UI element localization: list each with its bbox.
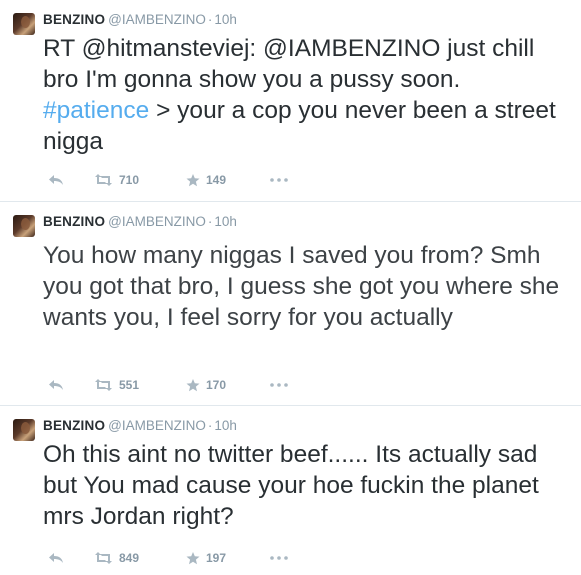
avatar[interactable] bbox=[13, 419, 35, 441]
tweet-header: BENZINO @IAMBENZINO · 10h bbox=[43, 213, 237, 231]
timestamp[interactable]: 10h bbox=[214, 214, 237, 229]
reply-button[interactable] bbox=[48, 552, 82, 564]
author-name[interactable]: BENZINO bbox=[43, 214, 105, 229]
reply-icon bbox=[49, 553, 63, 563]
author-handle[interactable]: @IAMBENZINO bbox=[108, 418, 206, 433]
tweet-text-segment: RT @hitmansteviej: @IAMBENZINO just chil… bbox=[43, 35, 542, 93]
retweet-count: 551 bbox=[119, 378, 140, 392]
tweet-text: RT @hitmansteviej: @IAMBENZINO just chil… bbox=[43, 33, 573, 157]
separator: · bbox=[207, 214, 213, 229]
more-button[interactable] bbox=[270, 556, 294, 560]
timestamp[interactable]: 10h bbox=[214, 12, 237, 27]
retweet-button[interactable]: 849 bbox=[94, 551, 186, 565]
tweet[interactable]: BENZINO @IAMBENZINO · 10h RT @hitmansteviej… bbox=[0, 0, 581, 202]
star-icon bbox=[186, 378, 200, 391]
author-handle[interactable]: @IAMBENZINO bbox=[108, 214, 206, 229]
hashtag-link[interactable]: #patience bbox=[43, 97, 149, 124]
retweet-icon bbox=[95, 552, 112, 564]
reply-button[interactable] bbox=[48, 379, 82, 391]
separator: · bbox=[207, 12, 213, 27]
tweet-actions: 710 149 bbox=[48, 172, 294, 188]
tweet-text-segment: Oh this aint no twitter beef...... Its a… bbox=[43, 441, 546, 530]
reply-icon bbox=[49, 380, 63, 390]
tweet-text-segment: You how many niggas I saved you from? Sm… bbox=[43, 242, 566, 331]
tweet[interactable]: BENZINO @IAMBENZINO · 10h Oh this aint no t… bbox=[0, 406, 581, 575]
avatar[interactable] bbox=[13, 13, 35, 35]
favorite-count: 197 bbox=[206, 551, 227, 565]
timestamp[interactable]: 10h bbox=[214, 418, 237, 433]
retweet-count: 849 bbox=[119, 551, 140, 565]
favorite-button[interactable]: 170 bbox=[186, 378, 270, 392]
more-dots-icon bbox=[270, 556, 288, 560]
more-dots-icon bbox=[270, 383, 288, 387]
tweet-header: BENZINO @IAMBENZINO · 10h bbox=[43, 417, 237, 435]
favorite-button[interactable]: 197 bbox=[186, 551, 270, 565]
favorite-count: 170 bbox=[206, 378, 227, 392]
tweet-timeline: BENZINO @IAMBENZINO · 10h RT @hitmansteviej… bbox=[0, 0, 581, 575]
tweet-text: You how many niggas I saved you from? Sm… bbox=[43, 240, 573, 333]
retweet-button[interactable]: 551 bbox=[94, 378, 186, 392]
retweet-button[interactable]: 710 bbox=[94, 173, 186, 187]
more-dots-icon bbox=[270, 178, 288, 182]
tweet-actions: 849 197 bbox=[48, 550, 294, 566]
retweet-icon bbox=[95, 379, 112, 391]
avatar[interactable] bbox=[13, 215, 35, 237]
more-button[interactable] bbox=[270, 383, 294, 387]
author-handle[interactable]: @IAMBENZINO bbox=[108, 12, 206, 27]
reply-icon bbox=[49, 175, 63, 185]
separator: · bbox=[207, 418, 213, 433]
favorite-button[interactable]: 149 bbox=[186, 173, 270, 187]
reply-button[interactable] bbox=[48, 174, 82, 186]
tweet-text: Oh this aint no twitter beef...... Its a… bbox=[43, 439, 573, 532]
author-name[interactable]: BENZINO bbox=[43, 12, 105, 27]
favorite-count: 149 bbox=[206, 173, 227, 187]
tweet-actions: 551 170 bbox=[48, 377, 294, 393]
tweet[interactable]: BENZINO @IAMBENZINO · 10h You how many nigg… bbox=[0, 202, 581, 406]
retweet-icon bbox=[95, 174, 112, 186]
star-icon bbox=[186, 551, 200, 564]
star-icon bbox=[186, 173, 200, 186]
retweet-count: 710 bbox=[119, 173, 140, 187]
tweet-header: BENZINO @IAMBENZINO · 10h bbox=[43, 11, 237, 29]
author-name[interactable]: BENZINO bbox=[43, 418, 105, 433]
more-button[interactable] bbox=[270, 178, 294, 182]
